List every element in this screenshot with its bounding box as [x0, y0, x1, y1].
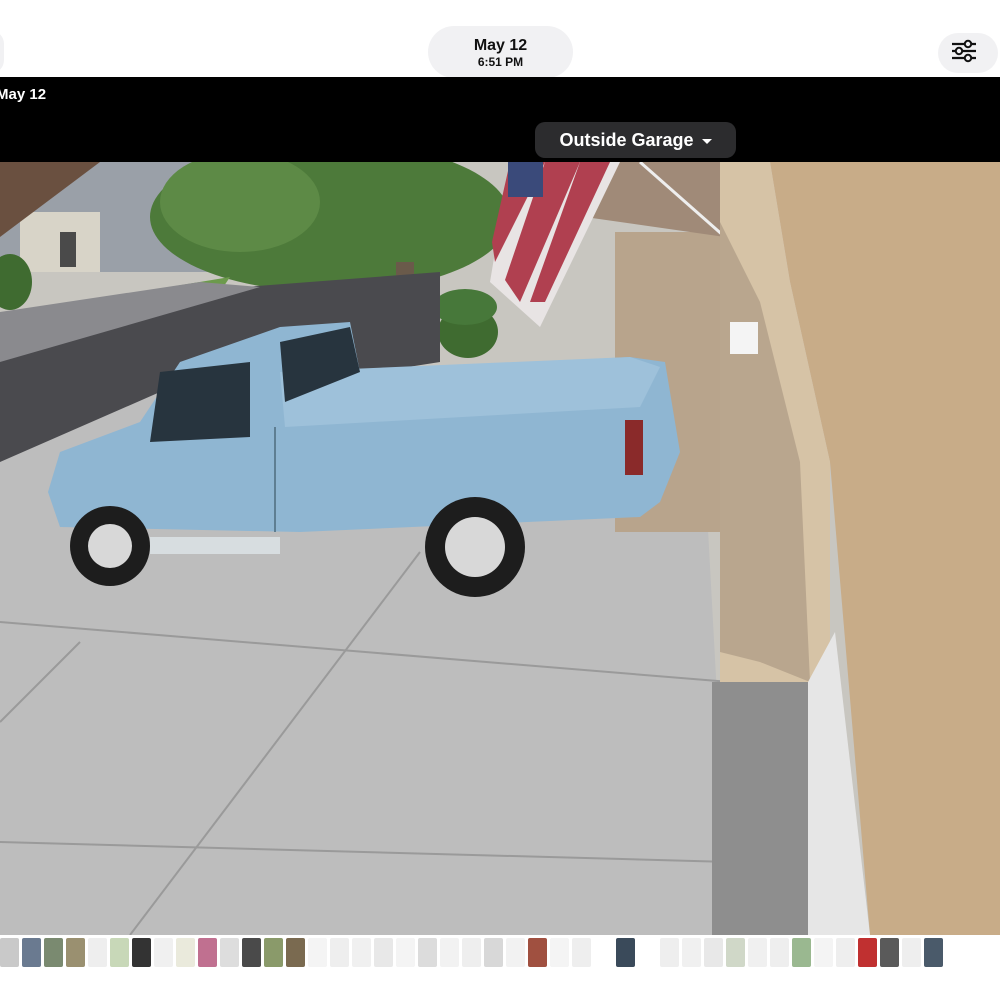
timeline-thumbnail[interactable] — [528, 938, 547, 967]
timeline-thumbnail[interactable] — [88, 938, 107, 967]
back-button[interactable] — [0, 30, 4, 74]
header-time: 6:51 PM — [477, 55, 524, 69]
camera-name: Outside Garage — [559, 129, 694, 150]
timeline-thumbnail[interactable] — [682, 938, 701, 967]
timeline-thumbnail[interactable] — [924, 938, 943, 967]
timeline-thumbnail[interactable] — [132, 938, 151, 967]
timeline-thumbnail[interactable] — [726, 938, 745, 967]
caret-down-icon — [701, 138, 712, 144]
timeline-thumbnail[interactable] — [770, 938, 789, 967]
timeline-thumbnail[interactable] — [660, 938, 679, 967]
timeline-thumbnail[interactable] — [880, 938, 899, 967]
timeline-thumbnail[interactable] — [220, 938, 239, 967]
timeline-thumbnail[interactable] — [836, 938, 855, 967]
timeline-thumbnail[interactable] — [176, 938, 195, 967]
timeline-thumbnail[interactable] — [748, 938, 767, 967]
date-time-pill[interactable]: May 12 6:51 PM — [428, 26, 573, 78]
timeline-thumbnail[interactable] — [154, 938, 173, 967]
timeline-thumbnail[interactable] — [198, 938, 217, 967]
timeline-thumbnail[interactable] — [264, 938, 283, 967]
timeline-thumbnail[interactable] — [0, 938, 19, 967]
video-date-label: May 12 — [0, 86, 47, 103]
timeline-thumbnail[interactable] — [506, 938, 525, 967]
timeline-thumbnail[interactable] — [286, 938, 305, 967]
filter-button[interactable] — [938, 33, 998, 73]
timeline-thumbnail[interactable] — [484, 938, 503, 967]
thumbnail-row — [0, 938, 943, 968]
timeline-thumbnail[interactable] — [66, 938, 85, 967]
timeline-thumbnail[interactable] — [242, 938, 261, 967]
timeline-thumbnail[interactable] — [440, 938, 459, 967]
timeline-thumbnail[interactable] — [594, 938, 613, 967]
camera-bar — [0, 77, 1000, 162]
timeline-thumbnail[interactable] — [638, 938, 657, 967]
timeline-thumbnail[interactable] — [44, 938, 63, 967]
timeline-thumbnail[interactable] — [616, 938, 635, 967]
timeline-thumbnail[interactable] — [704, 938, 723, 967]
timeline-thumbnail[interactable] — [462, 938, 481, 967]
timeline-thumbnail[interactable] — [352, 938, 371, 967]
timeline-thumbnail[interactable] — [374, 938, 393, 967]
timeline-thumbnail[interactable] — [572, 938, 591, 967]
timeline-thumbnail[interactable] — [330, 938, 349, 967]
header-date: May 12 — [473, 37, 528, 54]
timeline-thumbnail[interactable] — [396, 938, 415, 967]
timeline-thumbnail[interactable] — [792, 938, 811, 967]
timeline-thumbnail[interactable] — [550, 938, 569, 967]
camera-selector[interactable]: Outside Garage — [535, 122, 736, 158]
timeline-thumbnail[interactable] — [110, 938, 129, 967]
sliders-icon — [950, 39, 978, 68]
timeline-thumbnail[interactable] — [814, 938, 833, 967]
timeline-thumbnail[interactable] — [902, 938, 921, 967]
top-bar: May 12 6:51 PM — [0, 0, 1000, 78]
timeline-strip[interactable] — [0, 935, 1000, 1000]
timeline-thumbnail[interactable] — [308, 938, 327, 967]
timeline-thumbnail[interactable] — [418, 938, 437, 967]
timeline-thumbnail[interactable] — [22, 938, 41, 967]
timeline-thumbnail[interactable] — [858, 938, 877, 967]
camera-video-frame[interactable] — [0, 162, 1000, 935]
